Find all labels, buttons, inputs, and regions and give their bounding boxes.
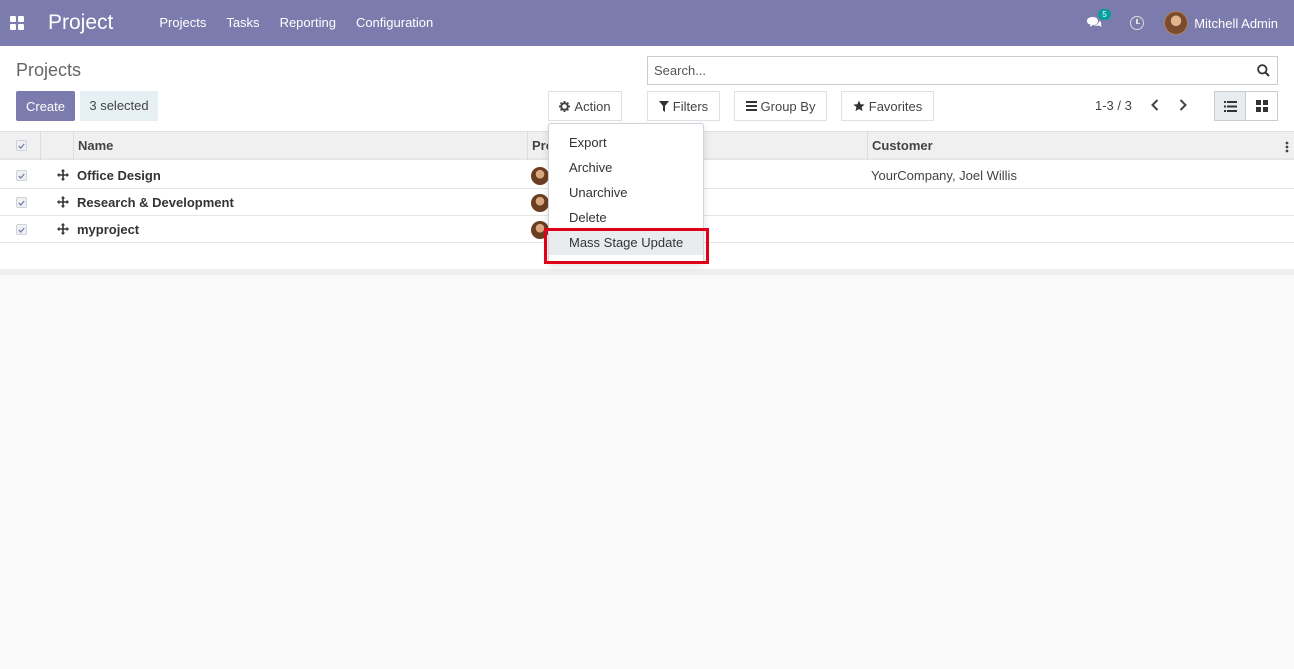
table-bottom-strip	[0, 269, 1294, 275]
row-checkbox[interactable]	[16, 224, 27, 235]
drag-handle-icon[interactable]	[57, 169, 69, 181]
list-view-button[interactable]	[1214, 91, 1246, 121]
menu-reporting[interactable]: Reporting	[270, 0, 346, 46]
chevron-right-icon[interactable]	[1175, 97, 1191, 113]
kanban-icon	[1255, 100, 1268, 112]
create-button[interactable]: Create	[16, 91, 75, 121]
select-all-checkbox[interactable]	[16, 140, 27, 151]
selected-count: 3 selected	[80, 91, 158, 121]
manager-avatar	[531, 194, 549, 212]
filter-icon	[658, 100, 669, 112]
chat-icon[interactable]: 5	[1086, 9, 1111, 30]
action-button[interactable]: Action	[548, 91, 622, 121]
menu-item-mass-stage-update[interactable]: Mass Stage Update	[549, 230, 703, 255]
row-checkbox[interactable]	[16, 197, 27, 208]
app-brand[interactable]: Project	[48, 11, 113, 35]
menu-item-delete[interactable]: Delete	[549, 205, 703, 230]
check-icon	[18, 173, 25, 179]
apps-menu-icon[interactable]	[10, 16, 24, 30]
filters-button[interactable]: Filters	[647, 91, 720, 121]
row-customer: YourCompany, Joel Willis	[871, 168, 1017, 183]
drag-handle-icon[interactable]	[57, 223, 69, 235]
column-customer[interactable]: Customer	[872, 132, 933, 160]
search-icon[interactable]	[1257, 64, 1270, 77]
menu-item-archive[interactable]: Archive	[549, 155, 703, 180]
action-label: Action	[574, 98, 611, 114]
row-name: myproject	[77, 222, 140, 237]
activity-clock-icon[interactable]	[1130, 16, 1145, 30]
check-icon	[18, 227, 25, 233]
menu-item-export[interactable]: Export	[549, 130, 703, 155]
drag-handle-icon[interactable]	[57, 196, 69, 208]
chevron-left-icon[interactable]	[1147, 97, 1163, 113]
chat-badge: 5	[1098, 9, 1111, 20]
action-dropdown-menu: Export Archive Unarchive Delete Mass Sta…	[548, 123, 704, 263]
menu-configuration[interactable]: Configuration	[346, 0, 443, 46]
group-by-label: Group By	[760, 98, 816, 114]
user-avatar[interactable]	[1164, 11, 1189, 35]
gear-icon	[559, 100, 571, 112]
list-icon	[1223, 100, 1237, 112]
favorites-label: Favorites	[868, 98, 923, 114]
check-icon	[18, 143, 25, 149]
column-options-icon[interactable]	[1285, 141, 1289, 153]
row-name: Office Design	[77, 168, 161, 183]
manager-avatar	[531, 221, 549, 239]
menu-projects[interactable]: Projects	[149, 0, 216, 46]
search-input[interactable]	[648, 57, 1248, 84]
search-bar	[647, 56, 1278, 85]
manager-avatar	[531, 167, 549, 185]
user-menu[interactable]: Mitchell Admin	[1194, 16, 1278, 31]
favorites-button[interactable]: Favorites	[841, 91, 934, 121]
kanban-view-button[interactable]	[1246, 91, 1278, 121]
menu-item-unarchive[interactable]: Unarchive	[549, 180, 703, 205]
filters-label: Filters	[672, 98, 709, 114]
breadcrumb: Projects	[16, 60, 82, 80]
top-navbar: Project Projects Tasks Reporting Configu…	[0, 0, 1294, 46]
check-icon	[18, 200, 25, 206]
column-name[interactable]: Name	[78, 132, 113, 160]
pager-value[interactable]: 1-3 / 3	[1095, 98, 1132, 113]
star-icon	[853, 100, 865, 112]
row-checkbox[interactable]	[16, 170, 27, 181]
control-panel: Projects Create 3 selected Action Filter…	[0, 46, 1294, 132]
row-name: Research & Development	[77, 195, 234, 210]
group-by-button[interactable]: Group By	[734, 91, 827, 121]
menu-tasks[interactable]: Tasks	[216, 0, 269, 46]
bars-icon	[745, 101, 757, 111]
